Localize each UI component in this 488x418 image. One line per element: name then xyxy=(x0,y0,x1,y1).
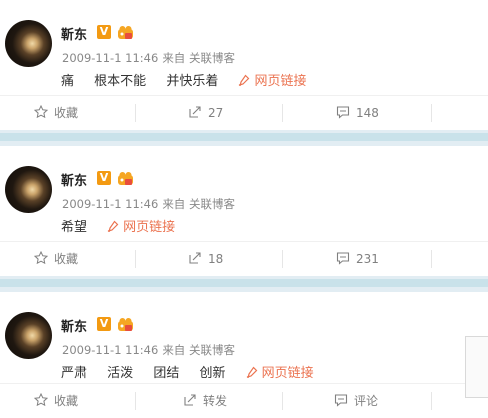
comment-button[interactable]: 231 xyxy=(336,242,379,276)
post-source: 来自 关联博客 xyxy=(162,343,235,357)
comment-bubble-icon xyxy=(336,106,350,119)
divider xyxy=(135,250,136,268)
divider xyxy=(282,392,283,410)
comment-bubble-icon xyxy=(334,394,348,407)
repost-arrow-icon xyxy=(184,394,196,406)
post-time[interactable]: 2009-11-1 11:46 xyxy=(62,343,158,357)
favorite-button[interactable]: 收藏 xyxy=(33,384,79,418)
feed-post: 靳东 V 2009-11-1 11:46 来自 关联博客 痛 根本不能 并快乐着 … xyxy=(0,0,488,130)
content-word: 希望 xyxy=(61,220,88,235)
repost-button[interactable]: 27 xyxy=(188,96,223,130)
divider xyxy=(431,392,432,410)
repost-count: 18 xyxy=(208,252,224,266)
floating-side-panel[interactable] xyxy=(465,336,488,398)
action-bar: 收藏 转发 评论 xyxy=(0,383,488,418)
web-link-label: 网页链接 xyxy=(254,74,307,89)
divider xyxy=(282,104,283,122)
web-link-label: 网页链接 xyxy=(261,366,314,381)
repost-arrow-icon xyxy=(189,252,201,264)
post-time[interactable]: 2009-11-1 11:46 xyxy=(62,51,158,65)
favorite-label: 收藏 xyxy=(54,252,79,266)
content-word: 根本不能 xyxy=(94,74,147,89)
post-source: 来自 关联博客 xyxy=(162,51,235,65)
link-pin-icon xyxy=(107,220,119,232)
post-separator xyxy=(0,130,488,146)
content-word: 活泼 xyxy=(107,366,134,381)
web-link-label: 网页链接 xyxy=(123,220,176,235)
post-content: 严肃 活泼 团结 创新 网页链接 xyxy=(61,362,314,381)
feed-post: 靳东 V 2009-11-1 11:46 来自 关联博客 严肃 活泼 团结 创新 … xyxy=(0,292,488,418)
favorite-button[interactable]: 收藏 xyxy=(33,96,79,130)
divider xyxy=(431,250,432,268)
divider xyxy=(431,104,432,122)
divider xyxy=(282,250,283,268)
favorite-label: 收藏 xyxy=(54,106,79,120)
comment-button[interactable]: 148 xyxy=(336,96,379,130)
crown-member-icon xyxy=(118,318,133,331)
post-content: 希望 网页链接 xyxy=(61,216,175,235)
web-link[interactable]: 网页链接 xyxy=(246,362,314,381)
author-name[interactable]: 靳东 xyxy=(61,24,87,43)
crown-member-icon xyxy=(118,26,133,39)
action-bar: 收藏 27 148 xyxy=(0,95,488,130)
divider xyxy=(135,104,136,122)
repost-label: 转发 xyxy=(203,394,228,408)
post-time[interactable]: 2009-11-1 11:46 xyxy=(62,197,158,211)
comment-button[interactable]: 评论 xyxy=(334,384,378,418)
repost-button[interactable]: 转发 xyxy=(183,384,227,418)
link-pin-icon xyxy=(246,366,257,378)
comment-label: 评论 xyxy=(354,394,379,408)
feed-post: 靳东 V 2009-11-1 11:46 来自 关联博客 希望 网页链接 收藏 1… xyxy=(0,146,488,276)
crown-member-icon xyxy=(118,172,133,185)
web-link[interactable]: 网页链接 xyxy=(107,216,175,235)
avatar[interactable] xyxy=(5,312,52,359)
post-meta: 2009-11-1 11:46 来自 关联博客 xyxy=(62,342,235,358)
verified-badge-icon: V xyxy=(97,171,111,185)
favorite-label: 收藏 xyxy=(54,394,79,408)
action-bar: 收藏 18 231 xyxy=(0,241,488,276)
author-name[interactable]: 靳东 xyxy=(61,170,87,189)
repost-count: 27 xyxy=(208,106,224,120)
link-pin-icon xyxy=(239,74,250,86)
content-word: 创新 xyxy=(199,366,226,381)
comment-count: 148 xyxy=(356,106,379,120)
repost-button[interactable]: 18 xyxy=(188,242,223,276)
star-icon xyxy=(33,104,49,119)
repost-arrow-icon xyxy=(189,106,201,118)
favorite-button[interactable]: 收藏 xyxy=(33,242,79,276)
content-word: 严肃 xyxy=(61,366,88,381)
verified-badge-icon: V xyxy=(97,25,111,39)
comment-count: 231 xyxy=(356,252,379,266)
post-meta: 2009-11-1 11:46 来自 关联博客 xyxy=(62,196,235,212)
content-word: 痛 xyxy=(61,74,75,89)
post-separator xyxy=(0,276,488,292)
star-icon xyxy=(33,250,49,265)
content-word: 并快乐着 xyxy=(166,74,219,89)
web-link[interactable]: 网页链接 xyxy=(238,70,306,89)
author-name[interactable]: 靳东 xyxy=(61,316,87,335)
avatar[interactable] xyxy=(5,20,52,67)
comment-bubble-icon xyxy=(336,252,350,265)
verified-badge-icon: V xyxy=(97,317,111,331)
content-word: 团结 xyxy=(153,366,180,381)
star-icon xyxy=(33,392,49,407)
post-content: 痛 根本不能 并快乐着 网页链接 xyxy=(61,70,306,89)
divider xyxy=(135,392,136,410)
avatar[interactable] xyxy=(5,166,52,213)
post-source: 来自 关联博客 xyxy=(162,197,235,211)
post-meta: 2009-11-1 11:46 来自 关联博客 xyxy=(62,50,235,66)
